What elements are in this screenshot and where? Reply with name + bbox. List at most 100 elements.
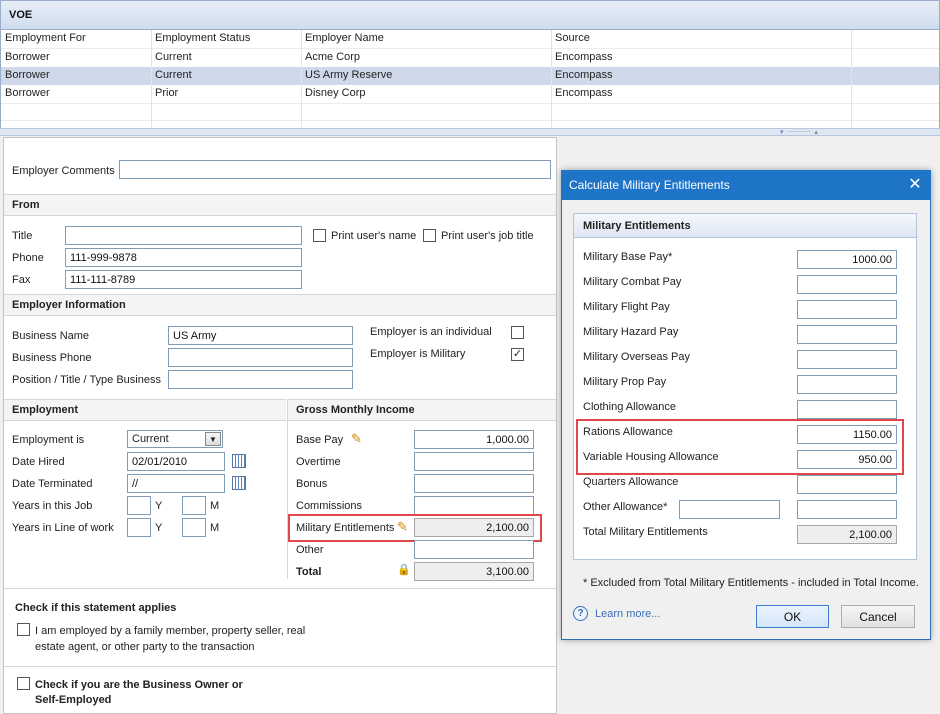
total-income-input [414, 562, 534, 581]
calendar-icon[interactable] [232, 454, 246, 468]
chevron-down-icon[interactable]: ▼ [205, 432, 221, 446]
table-row[interactable]: Borrower Current Acme Corp Encompass [1, 49, 939, 67]
position-label: Position / Title / Type Business [12, 374, 161, 386]
employer-individual-label: Employer is an individual [370, 326, 492, 338]
commissions-input[interactable] [414, 496, 534, 515]
grid-cell: Acme Corp [305, 51, 361, 63]
other-income-label: Other [296, 544, 324, 556]
clothing-allowance-label: Clothing Allowance [583, 401, 676, 413]
income-section-header: Gross Monthly Income [288, 399, 556, 421]
business-phone-input[interactable] [168, 348, 353, 367]
position-input[interactable] [168, 370, 353, 389]
title-label: Title [12, 230, 33, 242]
years-job-m-input[interactable] [182, 496, 206, 515]
years-line-y-input[interactable] [127, 518, 151, 537]
table-row[interactable]: Borrower Prior Disney Corp Encompass [1, 85, 939, 103]
m-label: M [210, 522, 220, 534]
clothing-allowance-input[interactable] [797, 400, 897, 419]
grid-header: Employment For Employment Status Employe… [1, 30, 939, 48]
date-terminated-input[interactable] [127, 474, 225, 493]
employer-military-checkbox[interactable]: ✓ [511, 348, 524, 361]
military-flight-pay-input[interactable] [797, 300, 897, 319]
date-hired-input[interactable] [127, 452, 225, 471]
military-combat-pay-input[interactable] [797, 275, 897, 294]
learn-more-link[interactable]: Learn more... [595, 608, 660, 620]
military-overseas-pay-label: Military Overseas Pay [583, 351, 690, 363]
military-hazard-pay-input[interactable] [797, 325, 897, 344]
column-header[interactable]: Source [555, 32, 590, 44]
print-job-title-checkbox[interactable] [423, 229, 436, 242]
help-icon[interactable]: ? [573, 606, 588, 621]
military-overseas-pay-input[interactable] [797, 350, 897, 369]
total-military-entitlements-label: Total Military Entitlements [583, 526, 708, 538]
fax-label: Fax [12, 274, 31, 286]
business-name-input[interactable] [168, 326, 353, 345]
section-title: From [12, 199, 40, 211]
ok-button[interactable]: OK [756, 605, 829, 628]
table-row-selected[interactable]: Borrower Current US Army Reserve Encompa… [1, 67, 939, 85]
years-line-label: Years in Line of work [12, 522, 114, 534]
column-header[interactable]: Employment Status [155, 32, 250, 44]
footnote-text: * Excluded from Total Military Entitleme… [583, 577, 919, 589]
other-allowance-input[interactable] [797, 500, 897, 519]
employer-comments-label: Employer Comments [12, 165, 115, 177]
fax-input[interactable] [65, 270, 302, 289]
grid-cell: Borrower [5, 69, 50, 81]
phone-input[interactable] [65, 248, 302, 267]
voe-title-bar: VOE [0, 0, 940, 30]
years-line-m-input[interactable] [182, 518, 206, 537]
cancel-button[interactable]: Cancel [841, 605, 915, 628]
military-prop-pay-input[interactable] [797, 375, 897, 394]
employer-individual-checkbox[interactable] [511, 326, 524, 339]
splitter-grip-icon[interactable]: ▾ ⋯⋯⋯ ▴ [780, 128, 819, 136]
military-base-pay-label: Military Base Pay* [583, 251, 673, 263]
calendar-icon[interactable] [232, 476, 246, 490]
panel-title: Military Entitlements [583, 220, 691, 232]
family-member-label-line1: I am employed by a family member, proper… [35, 625, 306, 637]
grid-cell: Encompass [555, 87, 613, 99]
employment-grid: Employment For Employment Status Employe… [0, 30, 940, 128]
grid-cell: Prior [155, 87, 179, 99]
overtime-input[interactable] [414, 452, 534, 471]
edit-icon[interactable]: ✎ [351, 432, 365, 446]
grid-cell: Encompass [555, 51, 613, 63]
family-member-checkbox[interactable] [17, 623, 30, 636]
close-icon[interactable]: ✕ [905, 174, 925, 194]
highlight-box [576, 419, 904, 475]
grid-cell: Encompass [555, 69, 613, 81]
base-pay-input[interactable] [414, 430, 534, 449]
other-allowance-description-input[interactable] [679, 500, 780, 519]
quarters-allowance-label: Quarters Allowance [583, 476, 679, 488]
business-name-label: Business Name [12, 330, 90, 342]
military-base-pay-input[interactable] [797, 250, 897, 269]
section-title: Employer Information [12, 299, 126, 311]
military-hazard-pay-label: Military Hazard Pay [583, 326, 679, 338]
bonus-input[interactable] [414, 474, 534, 493]
quarters-allowance-input[interactable] [797, 475, 897, 494]
employment-section-header: Employment [4, 399, 286, 421]
family-member-label-line2: estate agent, or other party to the tran… [35, 641, 255, 653]
check-statement-header: Check if this statement applies [15, 602, 177, 614]
other-income-input[interactable] [414, 540, 534, 559]
print-name-checkbox[interactable] [313, 229, 326, 242]
column-header[interactable]: Employer Name [305, 32, 384, 44]
date-hired-label: Date Hired [12, 456, 65, 468]
employer-info-section-header: Employer Information [4, 294, 556, 316]
title-input[interactable] [65, 226, 302, 245]
total-income-label: Total [296, 566, 322, 578]
window-title: VOE [9, 9, 33, 21]
y-label: Y [155, 522, 163, 534]
employment-is-select[interactable]: Current ▼ [127, 430, 223, 448]
dialog-title: Calculate Military Entitlements [569, 178, 730, 192]
grid-cell: Current [155, 69, 192, 81]
business-owner-checkbox[interactable] [17, 677, 30, 690]
business-owner-label-line2: Self-Employed [35, 694, 112, 706]
years-job-y-input[interactable] [127, 496, 151, 515]
employment-is-label: Employment is [12, 434, 85, 446]
column-header[interactable]: Employment For [5, 32, 86, 44]
employer-comments-input[interactable] [119, 160, 551, 179]
section-title: Employment [12, 404, 79, 416]
lock-icon[interactable]: 🔒 [397, 564, 411, 577]
grid-cell: US Army Reserve [305, 69, 393, 81]
grid-cell: Borrower [5, 51, 50, 63]
